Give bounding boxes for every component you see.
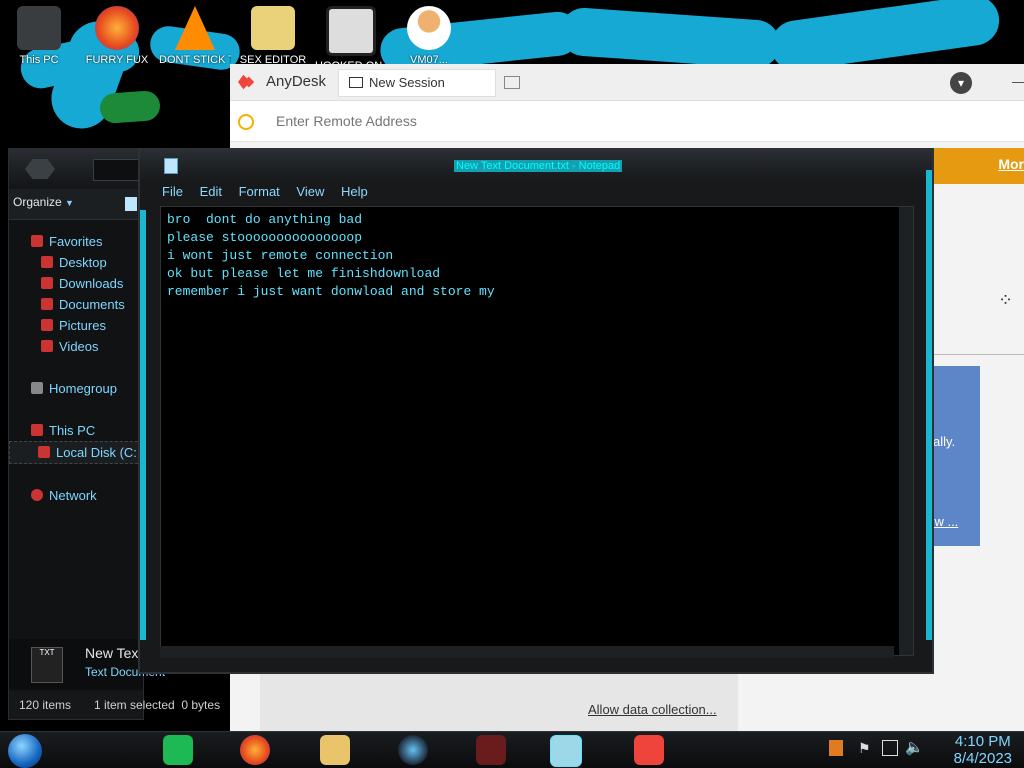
menu-view[interactable]: View	[296, 184, 324, 199]
desktop-folder-icon	[41, 256, 53, 268]
desktop-icon-this-pc[interactable]: This PC	[3, 6, 75, 66]
taskbar-anydesk-icon[interactable]	[634, 735, 664, 765]
text-editor[interactable]: bro dont do anything bad please stoooooo…	[160, 206, 914, 656]
view-icon[interactable]	[125, 197, 137, 211]
taskbar-steam-icon[interactable]	[398, 735, 428, 765]
explorer-titlebar	[9, 149, 143, 189]
computer-icon	[17, 6, 61, 50]
desktop-icon-hxd[interactable]: SEX EDITOR	[237, 6, 309, 66]
tray-java-icon[interactable]	[829, 740, 843, 756]
nav-this-pc[interactable]: This PC	[9, 420, 143, 441]
notepad-titlebar[interactable]: New Text Document.txt - Notepad	[140, 150, 932, 180]
tray-flag-icon[interactable]: ⚑	[858, 740, 871, 757]
allow-data-collection-link[interactable]: Allow data collection...	[588, 702, 717, 717]
cyan-frame-glow	[140, 210, 146, 640]
menu-edit[interactable]: Edit	[200, 184, 222, 199]
taskbar-app-icon[interactable]	[476, 735, 506, 765]
address-bar[interactable]	[93, 159, 139, 181]
notepad-window: New Text Document.txt - Notepad File Edi…	[138, 148, 934, 674]
nav-pictures[interactable]: Pictures	[9, 315, 143, 336]
menu-bar: File Edit Format View Help	[162, 184, 381, 202]
clock-date: 8/4/2023	[953, 750, 1012, 767]
desktop-icon-doctor[interactable]: VM07...	[393, 6, 465, 66]
editor-content[interactable]: bro dont do anything bad please stoooooo…	[161, 207, 913, 305]
nav-desktop[interactable]: Desktop	[9, 252, 143, 273]
address-bar	[230, 101, 1024, 142]
star-icon	[31, 235, 43, 247]
navigation-pane: Favorites Desktop Downloads Documents Pi…	[9, 231, 143, 506]
taskbar-explorer-icon[interactable]	[320, 735, 350, 765]
nav-videos[interactable]: Videos	[9, 336, 143, 357]
pictures-folder-icon	[41, 319, 53, 331]
vlc-cone-icon	[175, 6, 215, 50]
desktop-icon-maze[interactable]: HOOKED ON...	[315, 6, 387, 72]
menu-format[interactable]: Format	[239, 184, 280, 199]
clock-time: 4:10 PM	[954, 733, 1011, 750]
clock[interactable]: 4:10 PM 8/4/2023	[954, 733, 1012, 767]
grid-icon[interactable]: ⁘	[998, 290, 1013, 311]
nav-homegroup[interactable]: Homegroup	[9, 378, 143, 399]
computer-icon	[31, 424, 43, 436]
network-icon	[31, 489, 43, 501]
download-icon[interactable]: ▾	[950, 72, 972, 94]
back-icon[interactable]	[25, 159, 55, 179]
taskbar-firefox-icon[interactable]	[240, 735, 270, 765]
videos-folder-icon	[41, 340, 53, 352]
menu-help[interactable]: Help	[341, 184, 368, 199]
taskbar-notepad-icon[interactable]	[550, 735, 582, 767]
start-button[interactable]	[8, 734, 42, 768]
nav-documents[interactable]: Documents	[9, 294, 143, 315]
text-file-icon: TXT	[31, 647, 63, 683]
item-count: 120 items	[19, 698, 72, 712]
drive-icon	[38, 446, 50, 458]
nav-favorites[interactable]: Favorites	[9, 231, 143, 252]
notepad-icon	[164, 158, 178, 174]
nav-downloads[interactable]: Downloads	[9, 273, 143, 294]
menu-file[interactable]: File	[162, 184, 183, 199]
file-explorer-window: Organize ▼ Favorites Desktop Downloads D…	[8, 148, 165, 720]
new-tab-icon[interactable]	[504, 76, 520, 89]
taskbar-notes-icon[interactable]	[163, 735, 193, 765]
window-title: New Text Document.txt - Notepad	[454, 160, 623, 172]
anydesk-titlebar: AnyDesk New Session ▾	[230, 64, 1024, 101]
preview-filename: New Tex	[85, 645, 139, 661]
nav-local-disk[interactable]: Local Disk (C:	[9, 441, 143, 464]
hxd-icon	[251, 6, 295, 50]
taskbar: ⚑ 🔈 4:10 PM 8/4/2023	[0, 731, 1024, 768]
divider	[920, 354, 1024, 355]
cyan-frame-glow	[926, 170, 932, 640]
organize-button[interactable]: Organize ▼	[13, 195, 74, 209]
firefox-icon	[95, 6, 139, 50]
monitor-icon	[349, 77, 363, 88]
anydesk-app-name: AnyDesk	[266, 73, 327, 90]
documents-folder-icon	[41, 298, 53, 310]
tray-network-icon[interactable]	[882, 740, 898, 756]
vertical-scrollbar[interactable]	[899, 207, 913, 655]
maze-icon	[326, 6, 376, 56]
more-link[interactable]: Mor	[998, 156, 1024, 172]
minimize-button[interactable]	[1012, 82, 1024, 83]
chevron-down-icon: ▼	[65, 198, 74, 208]
homegroup-icon	[31, 382, 43, 394]
details-pane: TXT New Tex Text Document	[9, 639, 165, 689]
explorer-toolbar: Organize ▼	[9, 189, 143, 220]
doctor-avatar-icon	[407, 6, 451, 50]
status-ring-icon	[238, 114, 254, 130]
desktop-icon-vlc[interactable]: DONT STICK THIS IN YO...	[159, 6, 231, 66]
status-selected: 1 item selected 0 bytes	[94, 698, 221, 712]
downloads-folder-icon	[41, 277, 53, 289]
anydesk-logo-icon	[238, 74, 255, 90]
tray-volume-icon[interactable]: 🔈	[905, 738, 924, 756]
horizontal-scrollbar[interactable]	[160, 646, 894, 658]
nav-network[interactable]: Network	[9, 485, 143, 506]
tab-new-session[interactable]: New Session	[338, 69, 496, 97]
remote-address-input[interactable]	[274, 109, 978, 133]
desktop-icon-firefox[interactable]: FURRY FUX	[81, 6, 153, 66]
